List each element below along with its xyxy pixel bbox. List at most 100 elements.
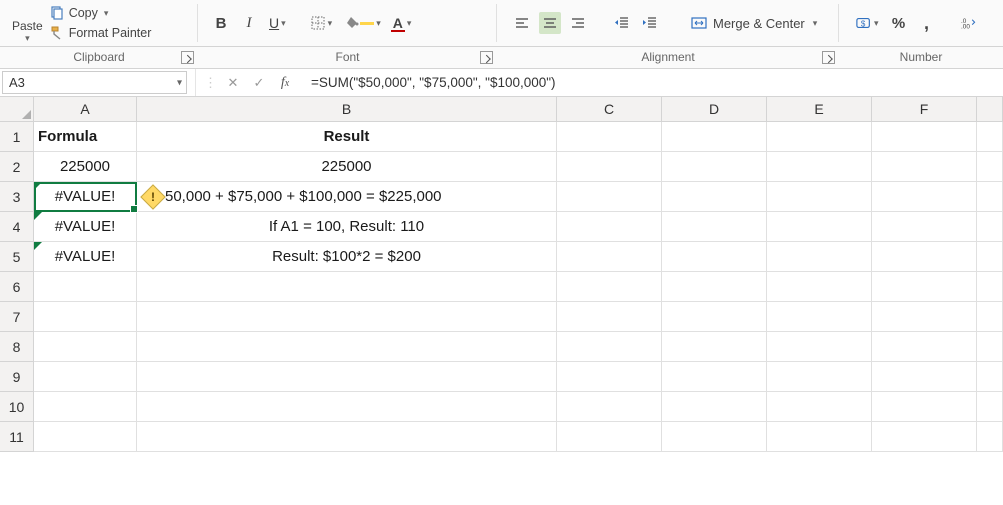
cell-E11[interactable] xyxy=(767,422,872,452)
cell-F8[interactable] xyxy=(872,332,977,362)
cell-E7[interactable] xyxy=(767,302,872,332)
row-header-11[interactable]: 11 xyxy=(0,422,34,452)
cell-B5[interactable]: Result: $100*2 = $200 xyxy=(137,242,557,272)
cell-F9[interactable] xyxy=(872,362,977,392)
chevron-down-icon[interactable]: ▾ xyxy=(177,77,182,88)
cell-C9[interactable] xyxy=(557,362,662,392)
cell-E8[interactable] xyxy=(767,332,872,362)
cell-E4[interactable] xyxy=(767,212,872,242)
clipboard-dialog-launcher[interactable] xyxy=(181,51,194,64)
spreadsheet-grid[interactable]: A B C D E F 1 Formula Result 2 225000 22… xyxy=(0,97,1003,452)
cell-B9[interactable] xyxy=(137,362,557,392)
cell-G5[interactable] xyxy=(977,242,1003,272)
cell-A9[interactable] xyxy=(34,362,137,392)
cancel-button[interactable]: ✕ xyxy=(223,73,243,93)
cell-D4[interactable] xyxy=(662,212,767,242)
cell-F10[interactable] xyxy=(872,392,977,422)
underline-button[interactable]: U▾ xyxy=(266,12,289,34)
enter-button[interactable]: ✓ xyxy=(249,73,269,93)
insert-function-button[interactable]: fx xyxy=(275,73,295,93)
cell-A4[interactable]: #VALUE! xyxy=(34,212,137,242)
cell-G8[interactable] xyxy=(977,332,1003,362)
row-header-3[interactable]: 3 xyxy=(0,182,34,212)
font-dialog-launcher[interactable] xyxy=(480,51,493,64)
borders-button[interactable]: ▾ xyxy=(307,12,336,34)
cell-D9[interactable] xyxy=(662,362,767,392)
cell-A6[interactable] xyxy=(34,272,137,302)
cell-F7[interactable] xyxy=(872,302,977,332)
cell-D3[interactable] xyxy=(662,182,767,212)
col-header-F[interactable]: F xyxy=(872,97,977,122)
percent-button[interactable]: % xyxy=(888,12,910,34)
cell-C8[interactable] xyxy=(557,332,662,362)
cell-F11[interactable] xyxy=(872,422,977,452)
increase-decimal-button[interactable]: .0.00 xyxy=(958,12,980,34)
cell-G7[interactable] xyxy=(977,302,1003,332)
alignment-dialog-launcher[interactable] xyxy=(822,51,835,64)
cell-A2[interactable]: 225000 xyxy=(34,152,137,182)
cell-F2[interactable] xyxy=(872,152,977,182)
cell-A5[interactable]: #VALUE! xyxy=(34,242,137,272)
font-color-button[interactable]: A ▾ xyxy=(390,12,415,34)
cell-E3[interactable] xyxy=(767,182,872,212)
col-header-A[interactable]: A xyxy=(34,97,137,122)
paste-button[interactable]: Paste ▾ xyxy=(8,0,47,46)
col-header-B[interactable]: B xyxy=(137,97,557,122)
merge-center-button[interactable]: Merge & Center ▾ xyxy=(685,12,823,34)
cell-G11[interactable] xyxy=(977,422,1003,452)
cell-E10[interactable] xyxy=(767,392,872,422)
cell-E5[interactable] xyxy=(767,242,872,272)
increase-indent-button[interactable] xyxy=(639,12,661,34)
accounting-format-button[interactable]: $ ▾ xyxy=(853,12,882,34)
cell-B8[interactable] xyxy=(137,332,557,362)
row-header-7[interactable]: 7 xyxy=(0,302,34,332)
cell-E2[interactable] xyxy=(767,152,872,182)
bold-button[interactable]: B xyxy=(210,12,232,34)
cell-A7[interactable] xyxy=(34,302,137,332)
italic-button[interactable]: I xyxy=(238,12,260,34)
cell-G1[interactable] xyxy=(977,122,1003,152)
cell-D5[interactable] xyxy=(662,242,767,272)
row-header-9[interactable]: 9 xyxy=(0,362,34,392)
cell-E9[interactable] xyxy=(767,362,872,392)
cell-D1[interactable] xyxy=(662,122,767,152)
cell-A3[interactable]: #VALUE! xyxy=(34,182,137,212)
cell-C11[interactable] xyxy=(557,422,662,452)
col-header-E[interactable]: E xyxy=(767,97,872,122)
cell-B2[interactable]: 225000 xyxy=(137,152,557,182)
cell-G2[interactable] xyxy=(977,152,1003,182)
cell-F5[interactable] xyxy=(872,242,977,272)
select-all-corner[interactable] xyxy=(0,97,34,122)
name-box[interactable]: A3 ▾ xyxy=(2,71,187,94)
cell-D10[interactable] xyxy=(662,392,767,422)
cell-G3[interactable] xyxy=(977,182,1003,212)
format-painter-button[interactable]: Format Painter xyxy=(49,23,152,43)
cell-F3[interactable] xyxy=(872,182,977,212)
cell-C4[interactable] xyxy=(557,212,662,242)
cell-D6[interactable] xyxy=(662,272,767,302)
cell-F1[interactable] xyxy=(872,122,977,152)
row-header-1[interactable]: 1 xyxy=(0,122,34,152)
cell-B11[interactable] xyxy=(137,422,557,452)
col-header-C[interactable]: C xyxy=(557,97,662,122)
cell-C5[interactable] xyxy=(557,242,662,272)
cell-F6[interactable] xyxy=(872,272,977,302)
fill-color-button[interactable]: ▾ xyxy=(341,12,384,34)
cell-A11[interactable] xyxy=(34,422,137,452)
cell-G9[interactable] xyxy=(977,362,1003,392)
cell-F4[interactable] xyxy=(872,212,977,242)
col-header-D[interactable]: D xyxy=(662,97,767,122)
cell-D8[interactable] xyxy=(662,332,767,362)
col-header-extra[interactable] xyxy=(977,97,1003,122)
align-center-button[interactable] xyxy=(539,12,561,34)
cell-G4[interactable] xyxy=(977,212,1003,242)
row-header-2[interactable]: 2 xyxy=(0,152,34,182)
cell-A8[interactable] xyxy=(34,332,137,362)
cell-C7[interactable] xyxy=(557,302,662,332)
cell-B3[interactable]: 50,000 + $75,000 + $100,000 = $225,000 xyxy=(137,182,557,212)
cell-A10[interactable] xyxy=(34,392,137,422)
cell-C3[interactable] xyxy=(557,182,662,212)
row-header-6[interactable]: 6 xyxy=(0,272,34,302)
cell-D11[interactable] xyxy=(662,422,767,452)
comma-style-button[interactable]: , xyxy=(916,12,938,34)
